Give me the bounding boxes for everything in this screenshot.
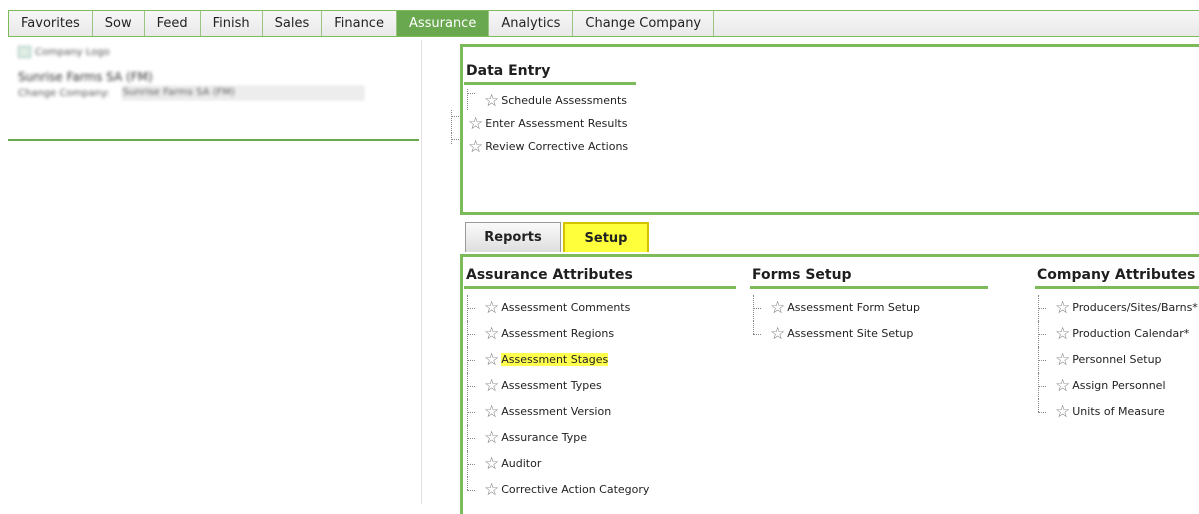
favorite-star-icon[interactable]: ☆ bbox=[1055, 298, 1070, 318]
favorite-star-icon[interactable]: ☆ bbox=[468, 137, 483, 157]
menu-item-assessment-comments[interactable]: ☆ Assessment Comments bbox=[464, 295, 736, 321]
menu-item-schedule-assessments[interactable]: ☆ Schedule Assessments bbox=[464, 89, 634, 110]
favorite-star-icon[interactable]: ☆ bbox=[484, 324, 499, 344]
favorite-star-icon[interactable]: ☆ bbox=[484, 428, 499, 448]
pane-splitter[interactable] bbox=[421, 40, 422, 504]
tab-feed[interactable]: Feed bbox=[145, 11, 201, 36]
company-attributes-section: Company Attributes ☆ Producers/Sites/Barn… bbox=[1035, 267, 1199, 425]
menu-item-production-calendar[interactable]: ☆ Production Calendar* bbox=[1035, 321, 1199, 347]
favorite-star-icon[interactable]: ☆ bbox=[484, 350, 499, 370]
change-company-label: Change Company: bbox=[18, 87, 110, 99]
favorite-star-icon[interactable]: ☆ bbox=[1055, 402, 1070, 422]
menu-item-assessment-version[interactable]: ☆ Assessment Version bbox=[464, 399, 736, 425]
tab-setup[interactable]: Setup bbox=[563, 222, 649, 252]
favorite-star-icon[interactable]: ☆ bbox=[484, 91, 499, 111]
favorite-star-icon[interactable]: ☆ bbox=[484, 376, 499, 396]
top-nav: Favorites Sow Feed Finish Sales Finance … bbox=[8, 10, 1199, 37]
data-entry-title: Data Entry bbox=[464, 63, 636, 85]
tab-finance[interactable]: Finance bbox=[322, 11, 397, 36]
company-name: Sunrise Farms SA (FM) bbox=[18, 70, 153, 84]
change-company-value: Sunrise Farms SA (FM) bbox=[122, 87, 235, 98]
favorite-star-icon[interactable]: ☆ bbox=[1055, 324, 1070, 344]
forms-setup-title: Forms Setup bbox=[750, 267, 988, 289]
tab-change-company[interactable]: Change Company bbox=[573, 11, 715, 36]
menu-item-review-corrective-actions[interactable]: ☆ Review Corrective Actions bbox=[448, 133, 634, 156]
data-entry-panel: Data Entry ☆ Schedule Assessments ☆ Enter … bbox=[451, 44, 1199, 215]
tab-favorites[interactable]: Favorites bbox=[9, 11, 93, 36]
assurance-attributes-list: ☆ Assessment Comments ☆ Assessment Regions… bbox=[464, 295, 736, 503]
favorite-star-icon[interactable]: ☆ bbox=[770, 298, 785, 318]
change-company-row: Change Company: Sunrise Farms SA (FM) bbox=[18, 86, 423, 100]
forms-setup-section: Forms Setup ☆ Assessment Form Setup ☆ Asse… bbox=[750, 267, 996, 347]
menu-item-assessment-types[interactable]: ☆ Assessment Types bbox=[464, 373, 736, 399]
assurance-attributes-title: Assurance Attributes bbox=[464, 267, 736, 289]
favorite-star-icon[interactable]: ☆ bbox=[770, 324, 785, 344]
tab-assurance[interactable]: Assurance bbox=[396, 11, 490, 36]
menu-item-assessment-form-setup[interactable]: ☆ Assessment Form Setup bbox=[750, 295, 996, 321]
menu-item-assessment-site-setup[interactable]: ☆ Assessment Site Setup bbox=[750, 321, 996, 347]
tab-sales[interactable]: Sales bbox=[263, 11, 323, 36]
menu-item-auditor[interactable]: ☆ Auditor bbox=[464, 451, 736, 477]
favorite-star-icon[interactable]: ☆ bbox=[1055, 350, 1070, 370]
broken-image-icon bbox=[18, 46, 31, 58]
favorite-star-icon[interactable]: ☆ bbox=[484, 480, 499, 500]
menu-item-enter-assessment-results[interactable]: ☆ Enter Assessment Results bbox=[448, 110, 634, 133]
forms-setup-list: ☆ Assessment Form Setup ☆ Assessment Site … bbox=[750, 295, 996, 347]
favorite-star-icon[interactable]: ☆ bbox=[484, 298, 499, 318]
favorite-star-icon[interactable]: ☆ bbox=[1055, 376, 1070, 396]
tab-finish[interactable]: Finish bbox=[201, 11, 263, 36]
menu-item-assessment-stages[interactable]: ☆ Assessment Stages bbox=[464, 347, 736, 373]
tab-analytics[interactable]: Analytics bbox=[489, 11, 574, 36]
setup-panel: Assurance Attributes ☆ Assessment Comment… bbox=[460, 254, 1199, 514]
tab-sow[interactable]: Sow bbox=[93, 11, 145, 36]
menu-item-assurance-type[interactable]: ☆ Assurance Type bbox=[464, 425, 736, 451]
favorite-star-icon[interactable]: ☆ bbox=[484, 454, 499, 474]
company-attributes-title: Company Attributes bbox=[1035, 267, 1199, 289]
subtab-bar: Reports Setup bbox=[465, 222, 649, 252]
favorite-star-icon[interactable]: ☆ bbox=[484, 402, 499, 422]
data-entry-list: ☆ Schedule Assessments ☆ Enter Assessment … bbox=[451, 89, 634, 156]
tab-reports[interactable]: Reports bbox=[465, 222, 561, 252]
favorite-star-icon[interactable]: ☆ bbox=[468, 114, 483, 134]
menu-item-producers-sites-barns[interactable]: ☆ Producers/Sites/Barns* bbox=[1035, 295, 1199, 321]
assurance-attributes-section: Assurance Attributes ☆ Assessment Comment… bbox=[464, 267, 736, 503]
company-attributes-list: ☆ Producers/Sites/Barns* ☆ Production Cale… bbox=[1035, 295, 1199, 425]
menu-item-assign-personnel[interactable]: ☆ Assign Personnel bbox=[1035, 373, 1199, 399]
change-company-select[interactable]: Sunrise Farms SA (FM) bbox=[121, 86, 364, 100]
company-header: Company Logo Sunrise Farms SA (FM) Chang… bbox=[18, 46, 423, 100]
menu-item-corrective-action-category[interactable]: ☆ Corrective Action Category bbox=[464, 477, 736, 503]
company-logo-alt: Company Logo bbox=[35, 46, 110, 58]
menu-item-units-of-measure[interactable]: ☆ Units of Measure bbox=[1035, 399, 1199, 425]
left-divider bbox=[8, 139, 419, 141]
menu-item-assessment-regions[interactable]: ☆ Assessment Regions bbox=[464, 321, 736, 347]
company-logo: Company Logo bbox=[18, 46, 423, 58]
menu-item-personnel-setup[interactable]: ☆ Personnel Setup bbox=[1035, 347, 1199, 373]
